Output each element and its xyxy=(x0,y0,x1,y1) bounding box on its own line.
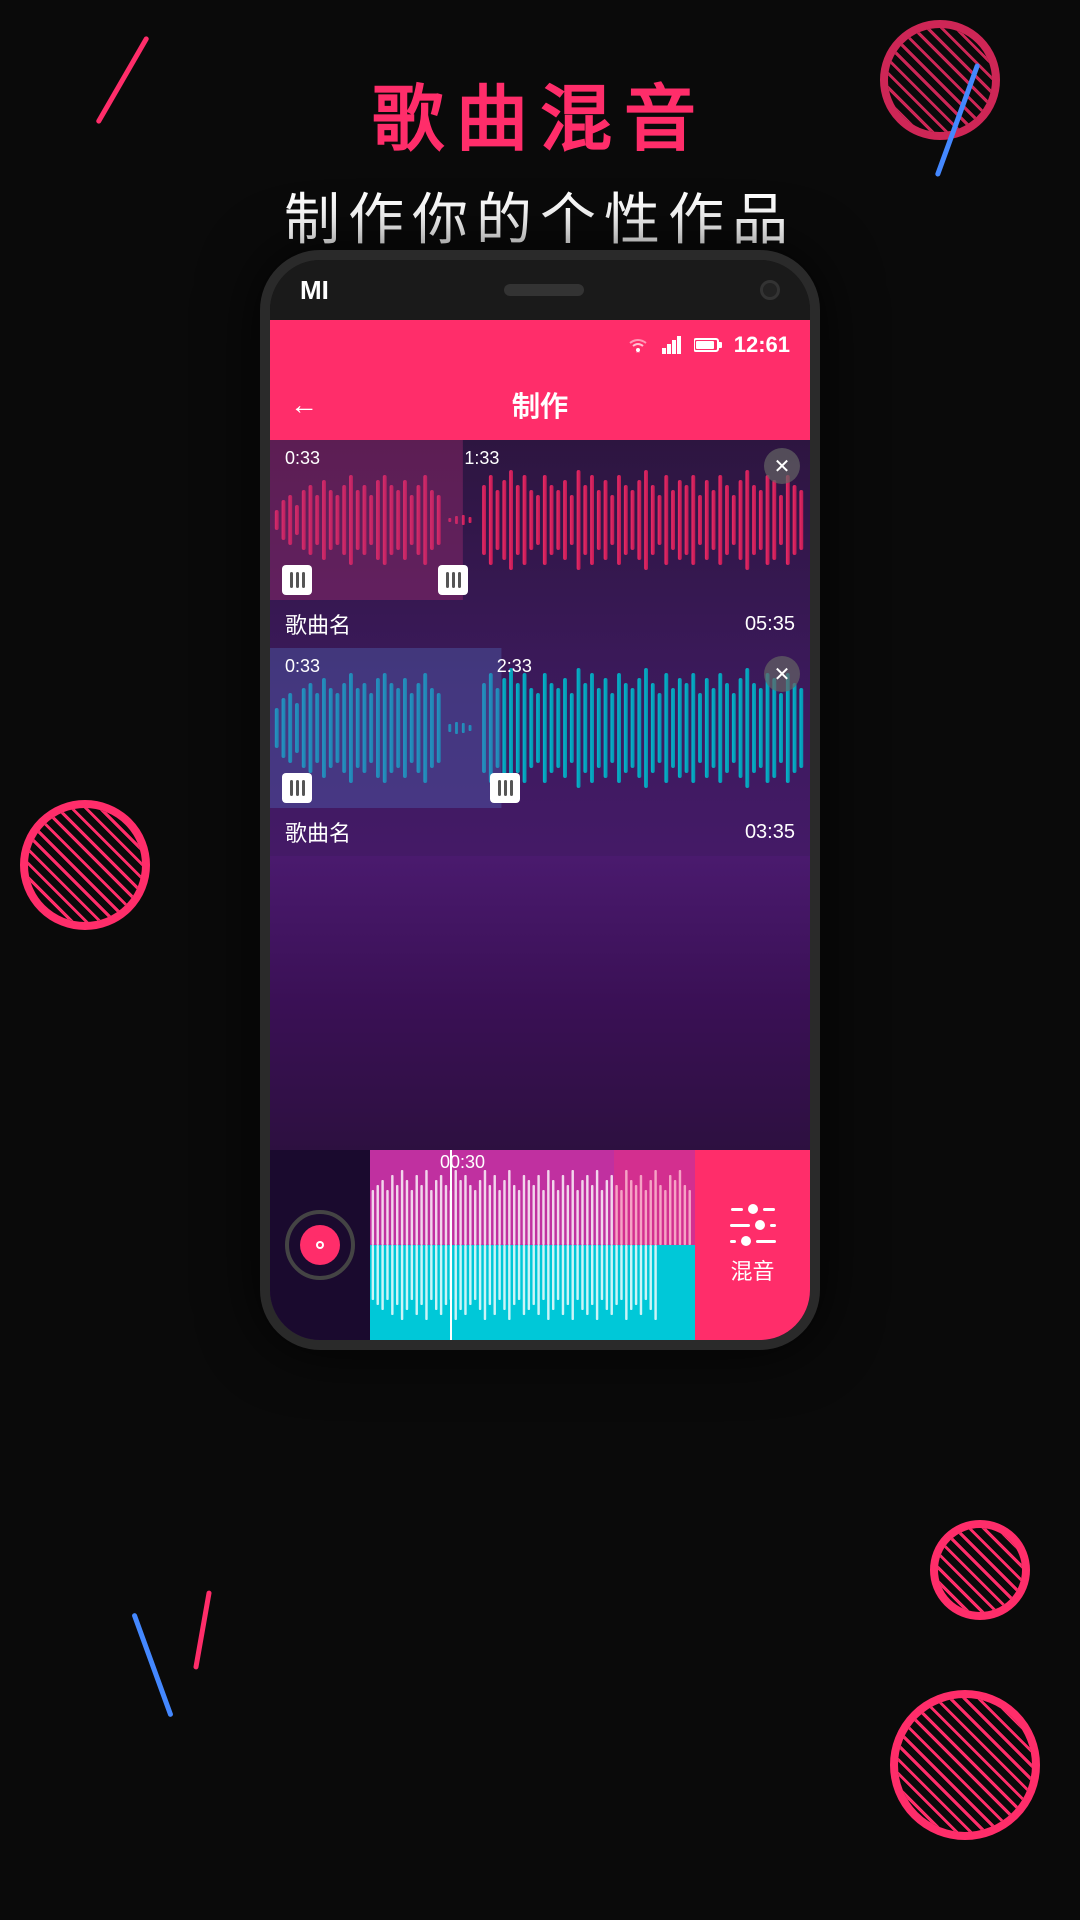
bottom-player: 00:30 xyxy=(270,1150,810,1340)
wifi-icon xyxy=(626,336,650,354)
track-2-waveform-svg xyxy=(270,648,810,808)
top-text-area: 歌曲混音 制作你的个性作品 xyxy=(0,60,1080,256)
track-2-time-start: 0:33 xyxy=(285,656,320,677)
play-icon xyxy=(300,1225,340,1265)
track-2-handle-right[interactable] xyxy=(490,773,520,803)
player-timeline[interactable] xyxy=(370,1150,695,1340)
status-bar: 12:61 xyxy=(270,320,810,370)
battery-icon xyxy=(694,337,722,353)
empty-area xyxy=(270,856,810,1150)
player-cyan-track xyxy=(370,1245,695,1340)
mix-label: 混音 xyxy=(730,1254,774,1286)
track-1-handle-left[interactable] xyxy=(282,565,312,595)
phone-bottom-bar xyxy=(270,1340,810,1350)
app-title: 歌曲混音 xyxy=(0,60,1080,165)
track-2-close-button[interactable]: ✕ xyxy=(764,656,800,692)
track-2-time-mid: 2:33 xyxy=(497,656,532,677)
track-1-waveform-svg xyxy=(270,440,810,600)
track-2-name: 歌曲名 xyxy=(285,816,351,848)
track-2-section: 0:33 2:33 ✕ xyxy=(270,648,810,856)
player-cursor xyxy=(450,1150,452,1340)
mix-button[interactable]: 混音 xyxy=(695,1150,810,1340)
track-1-info: 歌曲名 05:35 xyxy=(270,600,810,648)
status-time: 12:61 xyxy=(734,332,790,358)
app-header: ← 制作 xyxy=(270,370,810,440)
track-1-name: 歌曲名 xyxy=(285,608,351,640)
mix-icon xyxy=(730,1204,776,1246)
track-2-handle-left[interactable] xyxy=(282,773,312,803)
track-2-info: 歌曲名 03:35 xyxy=(270,808,810,856)
track-2-waveform: 0:33 2:33 ✕ xyxy=(270,648,810,808)
track-1-duration: 05:35 xyxy=(745,613,795,636)
track-1-section: 0:33 1:33 ✕ xyxy=(270,440,810,648)
phone-camera xyxy=(760,280,780,300)
track-2-duration: 03:35 xyxy=(745,821,795,844)
back-button[interactable]: ← xyxy=(290,389,318,421)
phone-frame: MI 12:61 ← 制作 xyxy=(260,250,820,1350)
player-time-marker: 00:30 xyxy=(440,1152,485,1173)
phone-top-bar: MI xyxy=(270,260,810,320)
mi-logo: MI xyxy=(300,275,329,306)
signal-icon xyxy=(662,336,682,354)
player-play-button[interactable] xyxy=(285,1210,355,1280)
app-subtitle: 制作你的个性作品 xyxy=(0,175,1080,256)
music-note-icon xyxy=(310,1235,330,1255)
track-1-time-mid: 1:33 xyxy=(464,448,499,469)
app-content: 0:33 1:33 ✕ xyxy=(270,440,810,1340)
track-1-time-start: 0:33 xyxy=(285,448,320,469)
track-1-close-button[interactable]: ✕ xyxy=(764,448,800,484)
header-title: 制作 xyxy=(512,385,568,425)
track-1-waveform: 0:33 1:33 ✕ xyxy=(270,440,810,600)
player-pink-track xyxy=(370,1150,695,1245)
phone-speaker xyxy=(504,284,584,296)
track-1-handle-right[interactable] xyxy=(438,565,468,595)
